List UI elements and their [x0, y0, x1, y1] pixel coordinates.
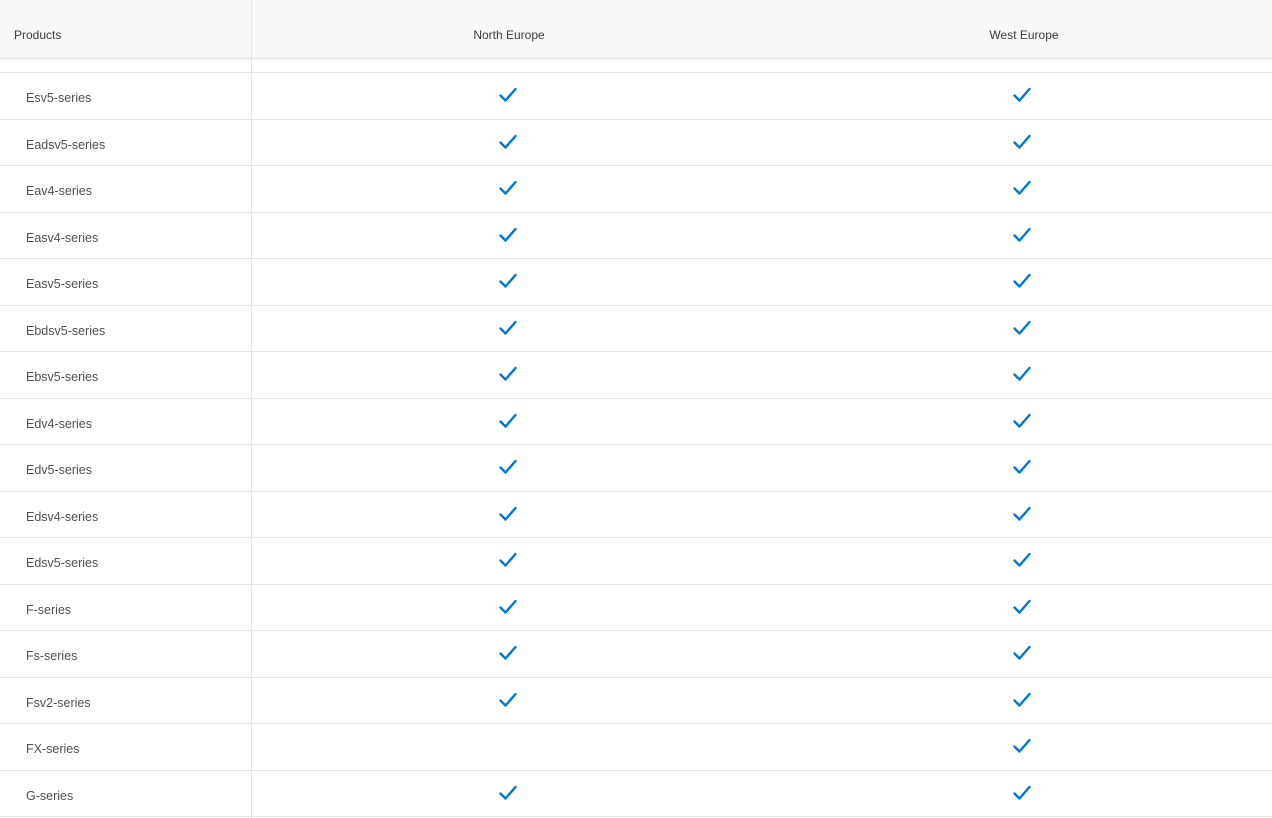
product-name: Easv4-series — [26, 230, 99, 245]
checkmark-icon — [499, 599, 517, 615]
table-row: Easv5-series — [0, 259, 1272, 306]
header-north-europe[interactable]: North Europe — [251, 0, 767, 58]
table-row: Edv4-series — [0, 399, 1272, 445]
header-west-europe[interactable]: West Europe — [768, 0, 1272, 58]
product-name: Edsv4-series — [26, 509, 99, 524]
product-name: Edsv5-series — [26, 556, 99, 570]
product-name: FX-series — [26, 742, 80, 756]
checkmark-icon — [1013, 134, 1031, 150]
table-row: F-series — [0, 585, 1272, 631]
checkmark-icon — [499, 366, 517, 382]
checkmark-icon — [499, 273, 517, 289]
product-name: Easv5-series — [26, 277, 99, 291]
table-row: G-series — [0, 771, 1272, 817]
checkmark-icon — [499, 87, 517, 103]
checkmark-icon — [1013, 738, 1031, 754]
table-row: Eav4-series — [0, 166, 1272, 213]
product-name: Edv5-series — [26, 463, 92, 477]
checkmark-icon — [1013, 506, 1031, 522]
checkmark-icon — [1013, 413, 1031, 429]
checkmark-icon — [1013, 599, 1031, 615]
product-name: Esv5-series — [26, 91, 92, 105]
checkmark-icon — [1013, 692, 1031, 708]
checkmark-icon — [1013, 366, 1031, 382]
checkmark-icon — [499, 227, 517, 243]
checkmark-icon — [499, 134, 517, 150]
product-name: Eadsv5-series — [26, 137, 106, 152]
checkmark-icon — [1013, 320, 1031, 336]
checkmark-icon — [1013, 87, 1031, 103]
table-row: Eadsv5-series — [0, 120, 1272, 166]
table-row: FX-series — [0, 724, 1272, 771]
checkmark-icon — [1013, 785, 1031, 801]
checkmark-icon — [1013, 227, 1031, 243]
checkmark-icon — [499, 459, 517, 475]
table-row: Edv5-series — [0, 445, 1272, 492]
table-header: Products North Europe West Europe — [0, 0, 1272, 59]
product-name: Edv4-series — [26, 416, 92, 431]
checkmark-icon — [499, 692, 517, 708]
product-name: Ebdsv5-series — [26, 323, 106, 338]
product-name: Eav4-series — [26, 184, 92, 198]
product-name: Fsv2-series — [26, 695, 91, 710]
product-name: G-series — [26, 788, 74, 803]
checkmark-icon — [1013, 552, 1031, 568]
table-row: Ebsv5-series — [0, 352, 1272, 399]
table-row: Edsv5-series — [0, 538, 1272, 585]
table-row: Fs-series — [0, 631, 1272, 678]
table-row: Fsv2-series — [0, 678, 1272, 724]
header-products[interactable]: Products — [14, 0, 244, 58]
table-row: Ebdsv5-series — [0, 306, 1272, 352]
checkmark-icon — [499, 506, 517, 522]
checkmark-icon — [499, 180, 517, 196]
table-row: Easv4-series — [0, 213, 1272, 259]
checkmark-icon — [499, 785, 517, 801]
checkmark-icon — [1013, 645, 1031, 661]
table-body: Esv5-series Eadsv5-series Eav4-series Easv4… — [0, 73, 1272, 817]
product-name: Ebsv5-series — [26, 370, 99, 384]
product-name: F-series — [26, 602, 72, 617]
checkmark-icon — [1013, 180, 1031, 196]
table-row: Esv5-series — [0, 73, 1272, 120]
checkmark-icon — [499, 645, 517, 661]
checkmark-icon — [499, 552, 517, 568]
checkmark-icon — [499, 413, 517, 429]
table-row: Edsv4-series — [0, 492, 1272, 538]
product-name: Fs-series — [26, 649, 78, 663]
checkmark-icon — [499, 320, 517, 336]
checkmark-icon — [1013, 273, 1031, 289]
availability-table: Products North Europe West Europe Esv5-s… — [0, 0, 1272, 818]
checkmark-icon — [1013, 459, 1031, 475]
